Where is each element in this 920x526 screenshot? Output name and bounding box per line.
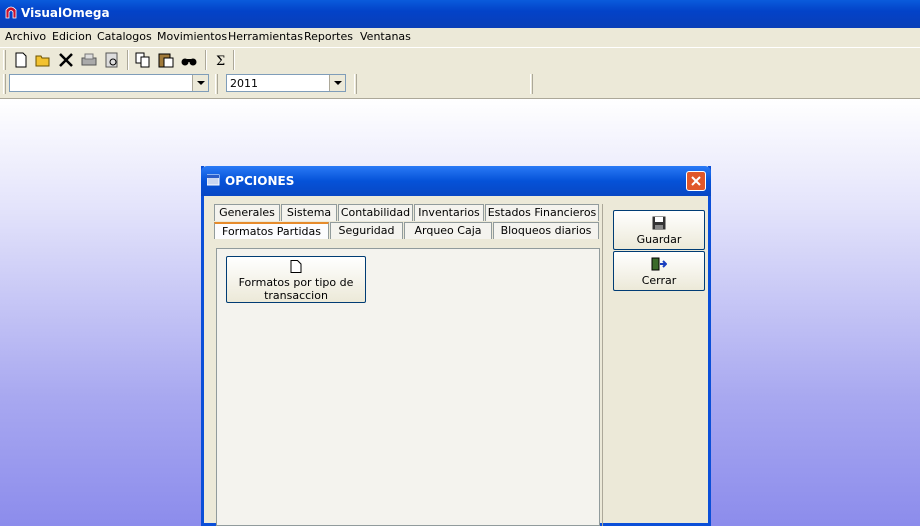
menu-movimientos[interactable]: Movimientos [157,30,227,43]
year-combo[interactable]: 2011 [226,74,346,92]
cerrar-button[interactable]: Cerrar [613,251,705,291]
combo-bar: 2011 [0,72,920,99]
company-combo[interactable] [9,74,209,92]
sum-icon[interactable]: Σ [212,51,230,69]
button-label-line2: transaccion [264,289,328,302]
toolbar-separator [205,50,207,70]
toolbar-separator [233,50,235,70]
window-icon [207,174,220,186]
formatos-transaccion-button[interactable]: Formatos por tipo de transaccion [226,256,366,303]
toolbar: Σ [0,47,920,72]
tab-bloqueos-diarios[interactable]: Bloqueos diarios [493,222,599,239]
combo-bar-grip [354,74,357,94]
year-combo-value: 2011 [230,77,258,90]
menu-ventanas[interactable]: Ventanas [360,30,411,43]
new-icon[interactable] [12,51,30,69]
save-label: Guardar [636,233,682,246]
exit-door-icon [651,257,668,271]
paste-icon[interactable] [157,51,175,69]
close-button[interactable] [686,171,706,191]
document-icon [290,260,302,273]
open-icon[interactable] [34,51,52,69]
combo-bar-grip [530,74,533,94]
copy-icon[interactable] [134,51,152,69]
tab-arqueo-caja[interactable]: Arqueo Caja [404,222,492,239]
app-logo-icon [5,6,17,19]
app-titlebar: VisualOmega [0,0,920,28]
combo-bar-grip [3,74,6,94]
print-icon[interactable] [80,51,98,69]
dialog-title: OPCIONES [225,174,295,188]
menu-herramientas[interactable]: Herramientas [228,30,303,43]
floppy-disk-icon [652,216,666,230]
menu-catalogos[interactable]: Catalogos [97,30,152,43]
tab-sistema[interactable]: Sistema [281,204,337,221]
chevron-down-icon[interactable] [192,75,208,91]
action-panel: Guardar Cerrar [602,204,710,526]
button-label-line1: Formatos por tipo de [238,276,354,289]
delete-icon[interactable] [57,51,75,69]
menu-reportes[interactable]: Reportes [304,30,353,43]
tab-generales[interactable]: Generales [214,204,280,221]
save-button[interactable]: Guardar [613,210,705,250]
tab-formatos-partidas[interactable]: Formatos Partidas [214,222,329,239]
menu-bar: Archivo Edicion Catalogos Movimientos He… [0,28,920,46]
tab-seguridad[interactable]: Seguridad [330,222,403,239]
menu-edicion[interactable]: Edicion [52,30,92,43]
app-title: VisualOmega [21,6,110,20]
tab-estados-financieros[interactable]: Estados Financieros [485,204,599,221]
options-dialog: OPCIONES Generales Sistema Contabilidad … [201,166,711,526]
combo-bar-grip [215,74,218,94]
tab-panel: Formatos por tipo de transaccion [216,248,600,526]
chevron-down-icon[interactable] [329,75,345,91]
close-label: Cerrar [641,274,677,287]
toolbar-separator [127,50,129,70]
dialog-titlebar: OPCIONES [201,166,711,196]
svg-text:Σ: Σ [216,54,225,69]
menu-archivo[interactable]: Archivo [5,30,46,43]
tab-contabilidad[interactable]: Contabilidad [338,204,413,221]
tab-inventarios[interactable]: Inventarios [414,204,484,221]
close-icon [691,176,701,186]
toolbar-grip [3,50,6,70]
preview-icon[interactable] [103,51,121,69]
find-icon[interactable] [180,51,198,69]
